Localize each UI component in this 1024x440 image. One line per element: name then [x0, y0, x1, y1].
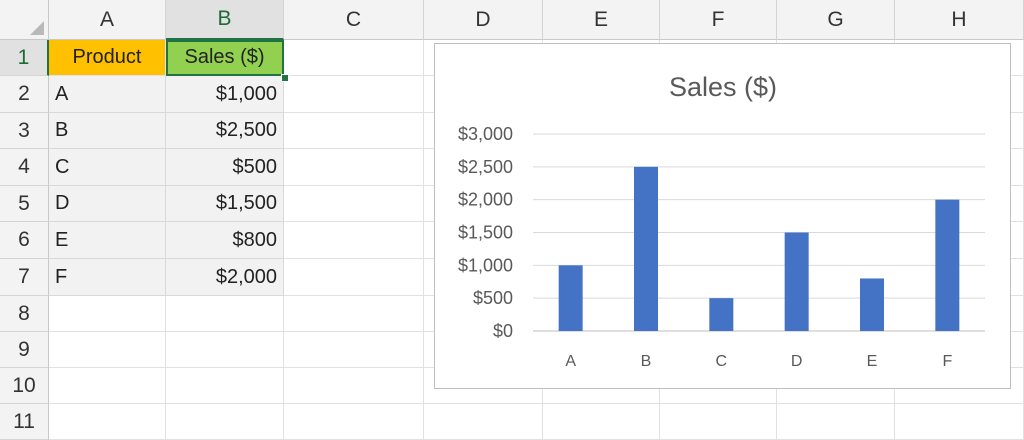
row-header-1[interactable]: 1	[0, 40, 49, 76]
empty-cell[interactable]	[49, 296, 166, 332]
product-cell[interactable]: E	[49, 222, 166, 259]
sales-cell[interactable]: $1,500	[166, 186, 284, 222]
empty-cell[interactable]	[166, 368, 284, 404]
product-cell[interactable]: D	[49, 186, 166, 222]
empty-cell[interactable]	[284, 186, 424, 222]
column-header-g[interactable]: G	[777, 0, 895, 40]
row-header-8[interactable]: 8	[0, 296, 49, 332]
product-header-cell[interactable]: Product	[49, 40, 166, 76]
empty-cell[interactable]	[49, 332, 166, 368]
bar-e[interactable]	[860, 278, 884, 331]
y-tick-label: $500	[473, 288, 513, 308]
row-header-9[interactable]: 9	[0, 332, 49, 368]
fill-handle[interactable]	[281, 74, 289, 82]
column-header-h[interactable]: H	[895, 0, 1024, 40]
y-tick-label: $3,000	[458, 124, 513, 144]
empty-cell[interactable]	[49, 368, 166, 404]
row-header-11[interactable]: 11	[0, 404, 49, 440]
empty-cell[interactable]	[49, 404, 166, 440]
empty-cell[interactable]	[660, 404, 777, 440]
column-header-d[interactable]: D	[424, 0, 543, 40]
empty-cell[interactable]	[284, 404, 424, 440]
y-tick-label: $2,000	[458, 190, 513, 210]
chart-canvas: Sales ($) $0 $500 $1,000 $1,500 $2,000 $2,500…	[458, 72, 985, 370]
chart-title: Sales ($)	[669, 72, 777, 102]
select-all-triangle-icon	[30, 21, 44, 35]
empty-cell[interactable]	[284, 40, 424, 76]
column-header-f[interactable]: F	[660, 0, 777, 40]
empty-cell[interactable]	[166, 404, 284, 440]
bar-c[interactable]	[709, 298, 734, 331]
empty-cell[interactable]	[166, 296, 284, 332]
sales-cell[interactable]: $2,000	[166, 259, 284, 296]
empty-cell[interactable]	[284, 296, 424, 332]
column-header-b[interactable]: B	[166, 0, 284, 40]
product-cell[interactable]: C	[49, 149, 166, 186]
product-cell[interactable]: F	[49, 259, 166, 296]
column-header-c[interactable]: C	[284, 0, 424, 40]
empty-cell[interactable]	[777, 404, 895, 440]
empty-cell[interactable]	[284, 149, 424, 186]
sales-bar-chart[interactable]: Sales ($) $0 $500 $1,000 $1,500 $2,000 $2,500…	[434, 43, 1011, 389]
empty-cell[interactable]	[284, 368, 424, 404]
y-tick-label: $1,000	[458, 255, 513, 275]
product-cell[interactable]: B	[49, 113, 166, 149]
row-header-4[interactable]: 4	[0, 149, 49, 186]
x-tick-label: F	[942, 353, 952, 370]
product-cell[interactable]: A	[49, 76, 166, 113]
y-tick-label: $2,500	[458, 157, 513, 177]
empty-cell[interactable]	[284, 113, 424, 149]
column-header-e[interactable]: E	[543, 0, 660, 40]
empty-cell[interactable]	[284, 259, 424, 296]
empty-cell[interactable]	[543, 404, 660, 440]
sales-header-cell[interactable]: Sales ($)	[166, 40, 284, 76]
empty-cell[interactable]	[284, 332, 424, 368]
row-header-7[interactable]: 7	[0, 259, 49, 296]
sales-cell[interactable]: $800	[166, 222, 284, 259]
select-all-corner[interactable]	[0, 0, 49, 40]
x-tick-label: E	[867, 353, 878, 370]
empty-cell[interactable]	[166, 332, 284, 368]
bar-f[interactable]	[935, 199, 960, 331]
bar-a[interactable]	[558, 265, 583, 331]
empty-cell[interactable]	[895, 404, 1024, 440]
row-header-6[interactable]: 6	[0, 222, 49, 259]
empty-cell[interactable]	[284, 76, 424, 113]
x-tick-label: C	[716, 353, 728, 370]
y-tick-label: $0	[493, 321, 513, 341]
column-header-a[interactable]: A	[49, 0, 166, 40]
x-tick-label: D	[791, 353, 803, 370]
row-header-3[interactable]: 3	[0, 113, 49, 149]
empty-cell[interactable]	[284, 222, 424, 259]
row-header-2[interactable]: 2	[0, 76, 49, 113]
bar-b[interactable]	[634, 166, 658, 331]
sales-cell[interactable]: $500	[166, 149, 284, 186]
row-header-5[interactable]: 5	[0, 186, 49, 222]
sales-cell[interactable]: $2,500	[166, 113, 284, 149]
empty-cell[interactable]	[424, 404, 543, 440]
x-tick-label: B	[641, 353, 652, 370]
row-header-10[interactable]: 10	[0, 368, 49, 404]
sales-cell[interactable]: $1,000	[166, 76, 284, 113]
x-tick-label: A	[565, 353, 576, 370]
y-tick-label: $1,500	[458, 223, 513, 243]
bar-d[interactable]	[784, 232, 809, 332]
